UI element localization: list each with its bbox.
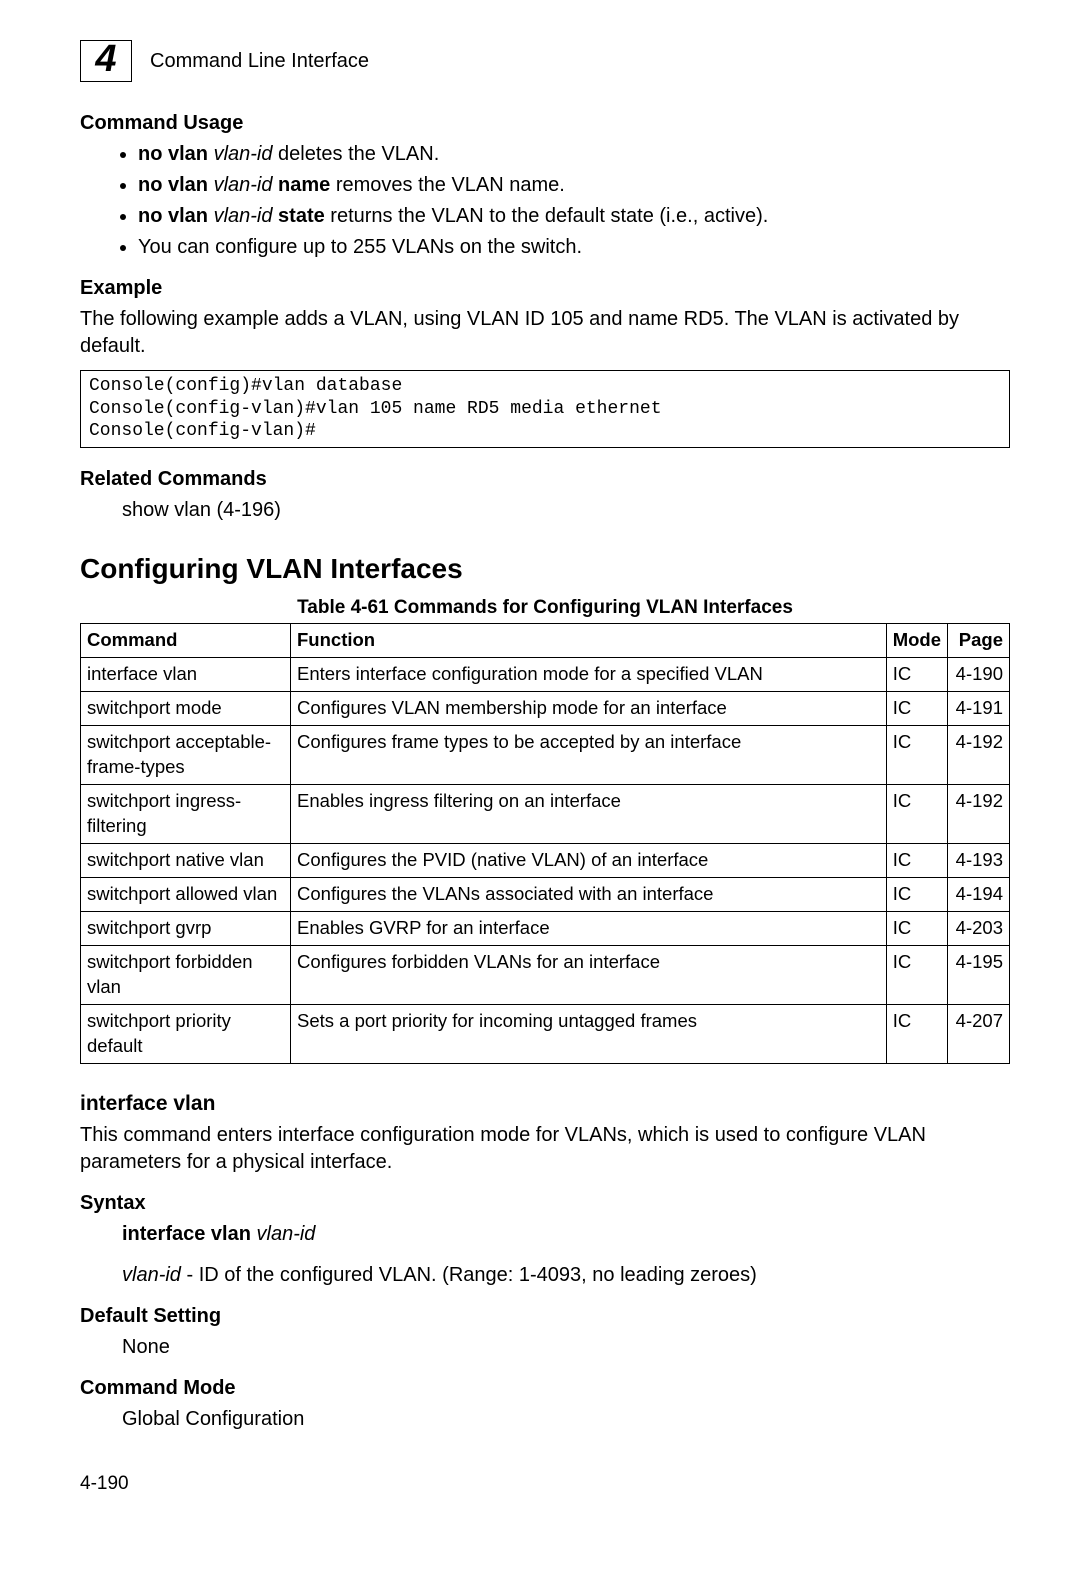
usage-item: You can configure up to 255 VLANs on the… [138,234,1010,261]
command-mode-heading: Command Mode [80,1375,1010,1402]
cell-mode: IC [886,911,947,945]
cell-command: switchport gvrp [81,911,291,945]
cell-page: 4-190 [948,657,1010,691]
table-row: switchport forbidden vlanConfigures forb… [81,945,1010,1004]
usage-item: no vlan vlan-id state returns the VLAN t… [138,203,1010,230]
command-usage-list: no vlan vlan-id deletes the VLAN. no vla… [80,141,1010,261]
cell-mode: IC [886,877,947,911]
cell-page: 4-192 [948,784,1010,843]
cell-function: Enables ingress filtering on an interfac… [291,784,887,843]
cell-function: Enables GVRP for an interface [291,911,887,945]
usage-item: no vlan vlan-id name removes the VLAN na… [138,172,1010,199]
th-function: Function [291,623,887,657]
chapter-number: 4 [95,40,116,78]
syntax-param-desc: vlan-id - ID of the configured VLAN. (Ra… [80,1262,1010,1289]
th-mode: Mode [886,623,947,657]
cell-mode: IC [886,843,947,877]
cell-command: switchport forbidden vlan [81,945,291,1004]
cell-command: switchport allowed vlan [81,877,291,911]
example-heading: Example [80,275,1010,302]
default-setting-heading: Default Setting [80,1303,1010,1330]
command-mode-value: Global Configuration [80,1406,1010,1433]
cell-mode: IC [886,1004,947,1063]
cell-function: Configures forbidden VLANs for an interf… [291,945,887,1004]
th-page: Page [948,623,1010,657]
cell-page: 4-207 [948,1004,1010,1063]
cell-mode: IC [886,725,947,784]
page-header: 4 Command Line Interface [80,40,1010,82]
table-row: switchport native vlanConfigures the PVI… [81,843,1010,877]
th-command: Command [81,623,291,657]
cell-command: interface vlan [81,657,291,691]
table-row: switchport gvrpEnables GVRP for an inter… [81,911,1010,945]
cell-function: Enters interface configuration mode for … [291,657,887,691]
cell-page: 4-195 [948,945,1010,1004]
cell-mode: IC [886,657,947,691]
config-section-title: Configuring VLAN Interfaces [80,550,1010,588]
cell-page: 4-191 [948,691,1010,725]
related-commands-heading: Related Commands [80,466,1010,493]
table-row: interface vlanEnters interface configura… [81,657,1010,691]
cell-page: 4-203 [948,911,1010,945]
example-intro: The following example adds a VLAN, using… [80,306,1010,360]
cell-page: 4-192 [948,725,1010,784]
table-caption: Table 4-61 Commands for Configuring VLAN… [80,595,1010,621]
page-number: 4-190 [80,1471,1010,1497]
table-header-row: Command Function Mode Page [81,623,1010,657]
table-row: switchport acceptable-frame-typesConfigu… [81,725,1010,784]
cell-command: switchport native vlan [81,843,291,877]
cell-command: switchport acceptable-frame-types [81,725,291,784]
cell-mode: IC [886,945,947,1004]
cell-function: Configures VLAN membership mode for an i… [291,691,887,725]
cell-command: switchport mode [81,691,291,725]
syntax-heading: Syntax [80,1190,1010,1217]
console-block: Console(config)#vlan database Console(co… [80,370,1010,448]
table-row: switchport modeConfigures VLAN membershi… [81,691,1010,725]
table-row: switchport allowed vlanConfigures the VL… [81,877,1010,911]
command-usage-heading: Command Usage [80,110,1010,137]
related-commands-text: show vlan (4-196) [80,497,1010,524]
cell-function: Configures the PVID (native VLAN) of an … [291,843,887,877]
default-setting-value: None [80,1334,1010,1361]
cell-mode: IC [886,784,947,843]
cell-function: Sets a port priority for incoming untagg… [291,1004,887,1063]
cell-function: Configures the VLANs associated with an … [291,877,887,911]
interface-vlan-heading: interface vlan [80,1090,1010,1118]
cell-page: 4-194 [948,877,1010,911]
interface-vlan-description: This command enters interface configurat… [80,1122,1010,1176]
table-row: switchport ingress-filteringEnables ingr… [81,784,1010,843]
table-row: switchport priority defaultSets a port p… [81,1004,1010,1063]
cell-page: 4-193 [948,843,1010,877]
commands-table: Command Function Mode Page interface vla… [80,623,1010,1064]
cell-function: Configures frame types to be accepted by… [291,725,887,784]
usage-item: no vlan vlan-id deletes the VLAN. [138,141,1010,168]
syntax-line: interface vlan vlan-id [80,1221,1010,1248]
cell-command: switchport ingress-filtering [81,784,291,843]
cell-mode: IC [886,691,947,725]
header-title: Command Line Interface [150,48,369,75]
cell-command: switchport priority default [81,1004,291,1063]
chapter-badge: 4 [80,40,132,82]
